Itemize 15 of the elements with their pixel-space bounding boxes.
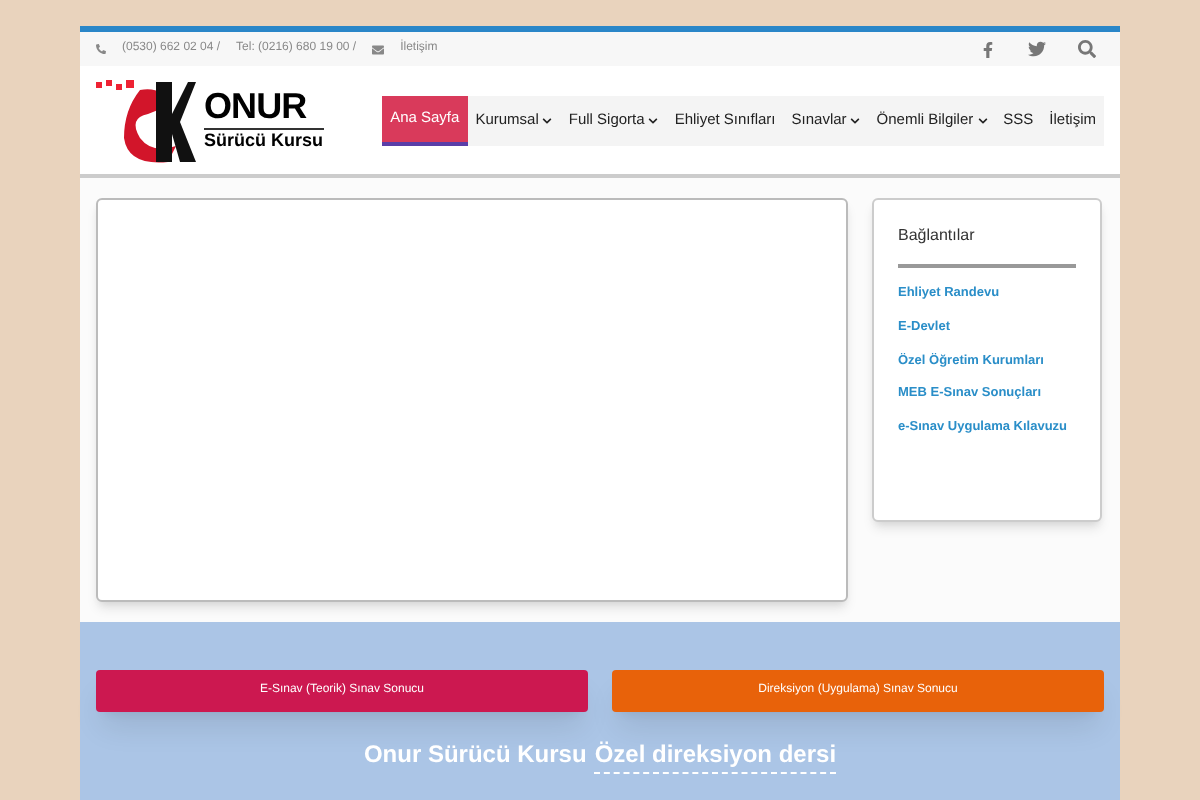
logo-mark-icon bbox=[96, 74, 196, 166]
caret-icon bbox=[648, 115, 659, 125]
caret-icon bbox=[542, 115, 553, 125]
logo-subtitle: Sürücü Kursu bbox=[204, 127, 324, 153]
facebook-icon[interactable] bbox=[980, 41, 996, 57]
caret-icon bbox=[977, 115, 988, 125]
logo-title: ONUR bbox=[204, 87, 309, 124]
caret-icon bbox=[850, 115, 861, 125]
logo[interactable]: ONUR Sürücü Kursu bbox=[96, 72, 376, 168]
banner-text: Onur Sürücü Kursu bbox=[363, 738, 587, 772]
phone-icon bbox=[96, 44, 106, 54]
sidebar-title: Bağlantılar bbox=[898, 224, 1076, 268]
twitter-icon[interactable] bbox=[1028, 40, 1046, 58]
mail-icon bbox=[372, 43, 385, 55]
search-icon[interactable] bbox=[1078, 40, 1096, 58]
